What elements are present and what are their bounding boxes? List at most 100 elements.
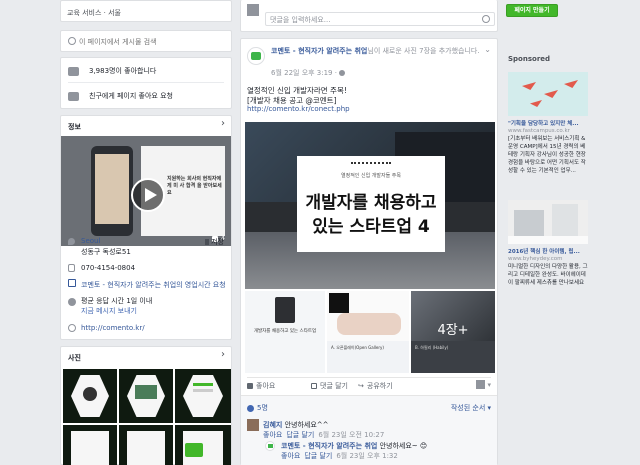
ad-1-image[interactable] — [508, 72, 588, 116]
page-category-card: 교육 서비스 · 서울 — [60, 0, 232, 22]
save-label: 저장 — [211, 238, 224, 246]
ad-2-image[interactable] — [508, 200, 588, 244]
post-time[interactable]: 6월 22일 오후 3:19 · — [271, 68, 337, 78]
page-avatar-small — [476, 380, 486, 389]
create-page-label: 페이지 만들기 — [514, 7, 550, 14]
like-label: 좋아요 — [256, 382, 276, 390]
ad-1-title[interactable]: "기획을 담당하고 있지만 체... — [508, 121, 588, 128]
comment-time[interactable]: 6월 23일 오전 10:27 — [318, 430, 384, 440]
info-title: 정보 — [68, 123, 81, 131]
photo-thumb[interactable] — [119, 369, 173, 423]
globe-icon — [338, 70, 345, 76]
location-icon — [68, 238, 75, 245]
reply-reply-link[interactable]: 답글 달기 — [304, 451, 332, 461]
emoji-icon[interactable] — [482, 15, 490, 23]
reply-like-link[interactable]: 좋아요 — [281, 451, 300, 461]
post-main-image[interactable]: 열정적인 신입 개발자들 주목 개발자를 채용하고 있는 스타트업 4 — [245, 122, 495, 289]
page-stats-card: 3,983명이 좋아합니다 친구에게 페이지 좋아요 요청 — [60, 57, 232, 109]
reply-author[interactable]: 코멘토 - 현직자가 알려주는 취업 — [281, 442, 377, 450]
comment-input[interactable]: 댓글을 입력하세요... — [265, 12, 495, 26]
post-thumb-1[interactable]: 개발자를 채용하고 있는 스타트업 — [245, 291, 325, 373]
comment-reply-link[interactable]: 답글 달기 — [286, 430, 314, 440]
photo-thumb[interactable] — [63, 369, 117, 423]
comment-avatar[interactable] — [247, 419, 259, 431]
ad-1-body: [기초부터 배워보는 서비스기획 & 운영 CAMP]에서 15년 경력의 베테… — [508, 136, 586, 174]
post-url-link[interactable]: http://comento.kr/conect.php — [247, 105, 350, 113]
chevron-right-icon[interactable]: › — [221, 349, 225, 360]
search-posts-box[interactable] — [60, 30, 232, 52]
response-time: 평균 응답 시간 1일 이내 — [81, 297, 153, 305]
composer-avatar — [247, 4, 259, 16]
ad-2-domain[interactable]: www.byheydey.com — [508, 256, 588, 263]
globe-icon — [68, 324, 76, 332]
reply-time[interactable]: 6월 23일 오후 1:32 — [336, 451, 398, 461]
share-button[interactable]: ↪ 공유하기 — [358, 381, 393, 391]
hours-request-link[interactable]: 코멘토 - 현직자가 알려주는 취업의 영업시간 요청 — [81, 280, 226, 290]
comment-label: 댓글 달기 — [320, 382, 348, 390]
likes-count: 3,983명이 좋아합니다 — [89, 67, 157, 75]
reaction-like-icon — [247, 404, 254, 412]
chevron-right-icon[interactable]: › — [221, 118, 225, 129]
post-thumb-3[interactable]: B. 하필리 (Habily) 4장+ — [411, 291, 495, 373]
photo-thumb[interactable] — [175, 369, 231, 423]
page-category: 교육 서비스 · 서울 — [67, 9, 121, 17]
invite-friends-icon — [68, 91, 79, 101]
bookmark-icon — [205, 239, 210, 245]
ad-1[interactable]: "기획을 담당하고 있지만 체... www.fastcampus.co.kr … — [508, 72, 588, 175]
ad-2[interactable]: 2016년 핵심 한 아이템, 립... www.byheydey.com 미니… — [508, 200, 588, 287]
ad-2-title[interactable]: 2016년 핵심 한 아이템, 립... — [508, 249, 588, 256]
like-button[interactable]: 좋아요 — [247, 381, 275, 391]
likes-icon — [68, 66, 79, 76]
post-thumb-2[interactable]: A. 오픈플레이(Open Gallery) — [327, 291, 409, 373]
likes-row[interactable]: 3,983명이 좋아합니다 — [68, 64, 228, 78]
comment-composer: 댓글을 입력하세요... — [240, 0, 498, 32]
phone-number: 070-4154-0804 — [81, 264, 136, 272]
message-icon — [68, 298, 76, 306]
page-avatar[interactable] — [247, 47, 265, 65]
search-icon — [68, 37, 76, 45]
invite-friends-label: 친구에게 페이지 좋아요 요청 — [89, 92, 173, 100]
share-icon: ↪ — [358, 382, 364, 390]
comment-text: 안녕하세요^^ — [284, 421, 329, 429]
send-message-link[interactable]: 지금 메시지 보내기 — [81, 306, 137, 316]
post-card: 코멘토 - 현직자가 알려주는 취업님이 새로운 사진 7장을 추가했습니다. … — [240, 38, 498, 465]
photo-thumb[interactable] — [119, 425, 173, 465]
image-title-line2: 있는 스타트업 4 — [312, 217, 430, 237]
post-page-name[interactable]: 코멘토 - 현직자가 알려주는 취업 — [271, 47, 367, 55]
g-logo-icon — [329, 293, 349, 313]
create-page-button[interactable]: 페이지 만들기 — [506, 4, 558, 17]
play-icon[interactable] — [131, 178, 165, 212]
reply-text: 안녕하세요~ 😊 — [379, 442, 428, 450]
ad-2-body: 미니멀한 디자인의 다양한 활용, 그리고 디테일한 완성도. 바이헤이데이 팔… — [508, 264, 588, 286]
comment-sort[interactable]: 작성된 순서 ▾ — [451, 403, 491, 413]
save-location-button[interactable]: 저장 — [205, 237, 224, 247]
photo-thumb[interactable] — [63, 425, 117, 465]
address-city: Seoul — [81, 237, 101, 245]
comment-author[interactable]: 김혜지 — [263, 421, 282, 429]
photo-thumb[interactable] — [175, 425, 231, 465]
ad-1-domain[interactable]: www.fastcampus.co.kr — [508, 128, 588, 135]
comment-button[interactable]: 댓글 달기 — [311, 381, 348, 391]
speech-bubble-icon — [311, 383, 317, 389]
intro-video[interactable]: 지원하는 회사의 현직자에게 미 사 합격 을 받아보세요 4 — [61, 136, 231, 246]
website-link[interactable]: http://comento.kr/ — [81, 324, 145, 332]
thumb3-label: B. 하필리 (Habily) — [415, 345, 449, 350]
post-as-selector[interactable]: ▾ — [476, 380, 491, 389]
reply-avatar[interactable] — [265, 441, 275, 451]
thumbs-up-icon — [247, 383, 253, 389]
sponsored-label: Sponsored — [508, 55, 551, 63]
share-label: 공유하기 — [366, 382, 393, 390]
comment-placeholder: 댓글을 입력하세요... — [270, 16, 331, 24]
reaction-count[interactable]: 5명 — [257, 403, 268, 413]
post-options-chevron-icon[interactable]: ⌄ — [484, 45, 491, 54]
video-caption: 지원하는 회사의 현직자에게 미 사 합격 을 받아보세요 — [167, 176, 222, 196]
photos-title: 사진 — [68, 354, 81, 362]
more-photos-count[interactable]: 4장+ — [411, 319, 495, 338]
photos-card: 사진 › — [60, 346, 232, 465]
search-posts-input[interactable] — [79, 35, 227, 49]
image-title-line1: 개발자를 채용하고 — [305, 193, 437, 213]
thumb2-label: A. 오픈플레이(Open Gallery) — [331, 345, 384, 350]
comment-like-link[interactable]: 좋아요 — [263, 430, 282, 440]
address-street: 성동구 독성로51 — [81, 248, 131, 256]
invite-friends-row[interactable]: 친구에게 페이지 좋아요 요청 — [68, 89, 228, 103]
